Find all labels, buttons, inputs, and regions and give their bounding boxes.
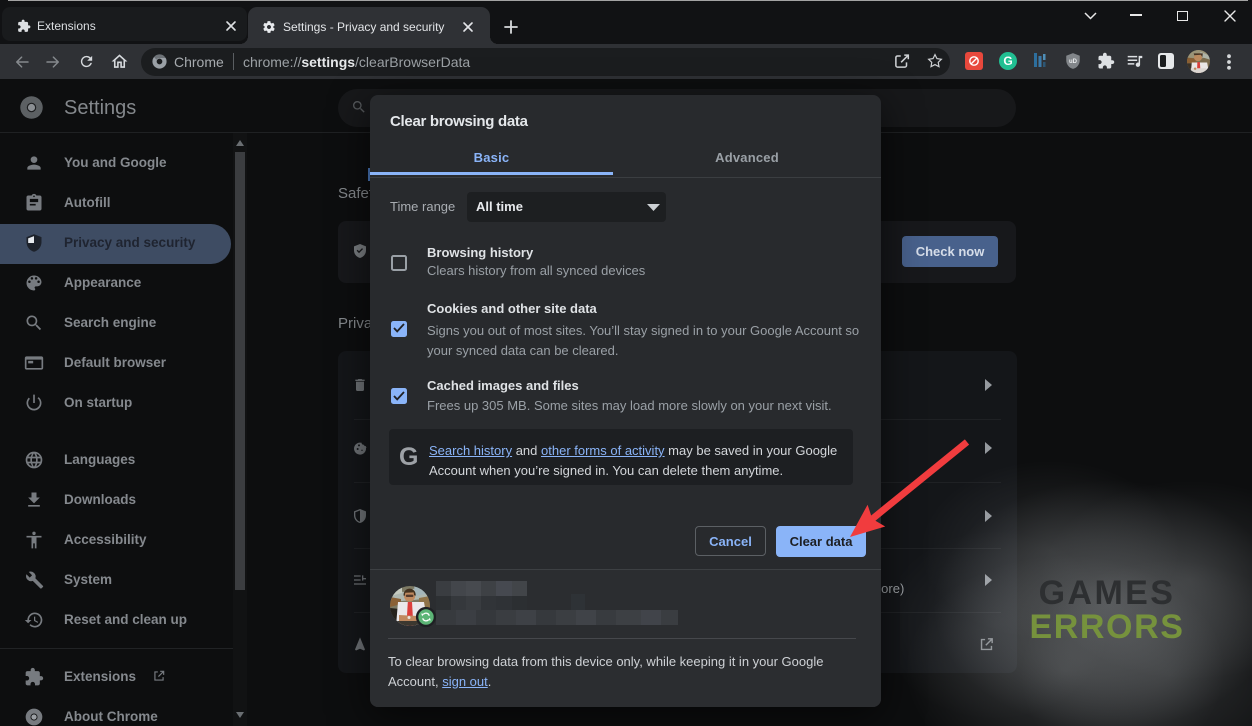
svg-text:uD: uD xyxy=(1069,59,1078,65)
